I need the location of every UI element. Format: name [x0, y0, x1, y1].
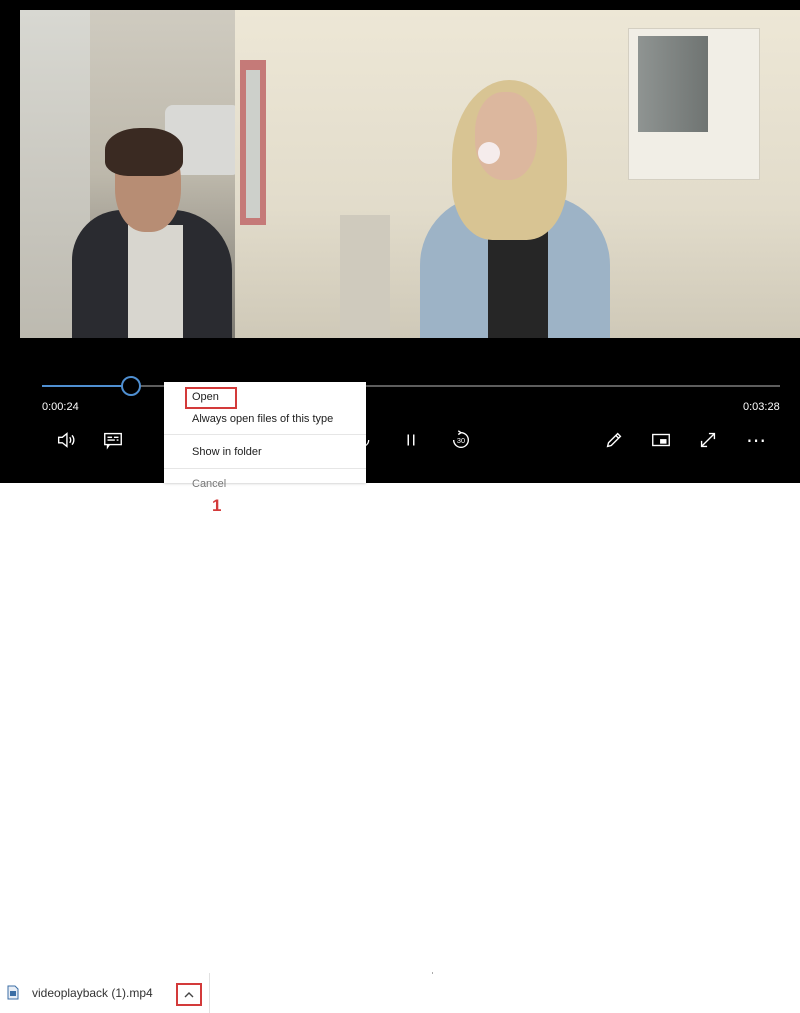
scene-woman-face: [475, 92, 537, 180]
seek-track[interactable]: [42, 385, 780, 387]
video-file-icon[interactable]: [7, 985, 19, 1000]
download-context-menu: Open Always open files of this type Show…: [164, 382, 366, 490]
total-time: 0:03:28: [743, 401, 780, 413]
volume-icon[interactable]: [53, 427, 79, 453]
scene-bubble-gum: [478, 142, 500, 164]
menu-item-cancel[interactable]: Cancel: [192, 478, 226, 490]
video-player: 0:00:24 0:03:28 30 ⋯: [0, 0, 800, 483]
menu-separator: [164, 468, 366, 469]
separator-dot: [432, 972, 433, 974]
menu-item-open[interactable]: Open: [192, 391, 219, 403]
chevron-up-icon: [184, 991, 194, 997]
menu-item-show-in-folder[interactable]: Show in folder: [192, 446, 262, 458]
captions-icon[interactable]: [100, 427, 126, 453]
forward-30-icon[interactable]: 30: [447, 427, 475, 453]
video-frame[interactable]: [20, 10, 800, 338]
download-options-button[interactable]: [176, 983, 202, 1006]
forward-seconds: 30: [457, 436, 465, 445]
scene-plinth: [340, 215, 390, 338]
download-file-name[interactable]: videoplayback (1).mp4: [32, 986, 153, 1000]
menu-separator: [164, 434, 366, 435]
seek-thumb[interactable]: [121, 376, 141, 396]
download-bar-divider: [209, 973, 210, 1013]
mini-view-icon[interactable]: [648, 427, 674, 453]
fullscreen-icon[interactable]: [695, 427, 721, 453]
pause-icon[interactable]: [398, 427, 424, 453]
menu-item-always-open[interactable]: Always open files of this type: [192, 413, 333, 425]
more-icon[interactable]: ⋯: [743, 427, 769, 453]
scene-door-inner: [246, 70, 260, 218]
download-bar: videoplayback (1).mp4: [0, 483, 800, 1013]
current-time: 0:00:24: [42, 401, 79, 413]
annotation-step-1: 1: [212, 496, 222, 515]
seek-progress: [42, 385, 131, 387]
scene-man-hair: [105, 128, 183, 176]
pen-icon[interactable]: [601, 427, 627, 453]
scene-window-glass: [638, 36, 708, 132]
scene-man-shirt: [128, 225, 183, 338]
